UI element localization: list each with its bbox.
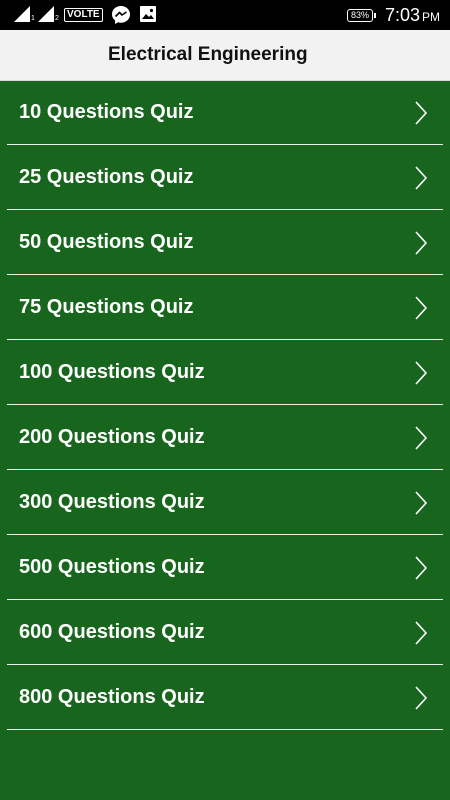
- chevron-right-icon: [415, 361, 428, 385]
- status-left: 1 2 VOLTE: [14, 5, 159, 25]
- page-title: Electrical Engineering: [108, 44, 308, 65]
- list-item[interactable]: 100 Questions Quiz: [7, 340, 443, 405]
- list-item[interactable]: 800 Questions Quiz: [7, 665, 443, 730]
- volte-badge: VOLTE: [64, 8, 103, 22]
- chevron-right-icon: [415, 296, 428, 320]
- messenger-icon: [111, 5, 131, 25]
- chevron-right-icon: [415, 686, 428, 710]
- list-item-label: 25 Questions Quiz: [19, 166, 194, 188]
- signal-icon: 2: [38, 6, 60, 24]
- list-item-label: 200 Questions Quiz: [19, 426, 205, 448]
- list-item[interactable]: 75 Questions Quiz: [7, 275, 443, 340]
- list-item-label: 100 Questions Quiz: [19, 361, 205, 383]
- chevron-right-icon: [415, 621, 428, 645]
- list-item-label: 10 Questions Quiz: [19, 101, 194, 123]
- list-item[interactable]: 600 Questions Quiz: [7, 600, 443, 665]
- list-item-label: 75 Questions Quiz: [19, 296, 194, 318]
- clock-ampm: PM: [422, 9, 440, 24]
- image-icon: [139, 5, 159, 25]
- list-item[interactable]: 200 Questions Quiz: [7, 405, 443, 470]
- list-item[interactable]: 50 Questions Quiz: [7, 210, 443, 275]
- list-item[interactable]: 25 Questions Quiz: [7, 145, 443, 210]
- list-item[interactable]: 10 Questions Quiz: [7, 80, 443, 145]
- sim2-label: 2: [55, 15, 59, 22]
- status-bar: 1 2 VOLTE 83% 7:03 PM: [0, 0, 450, 30]
- list-item[interactable]: 500 Questions Quiz: [7, 535, 443, 600]
- list-item-label: 800 Questions Quiz: [19, 686, 205, 708]
- clock: 7:03 PM: [385, 5, 440, 26]
- chevron-right-icon: [415, 491, 428, 515]
- chevron-right-icon: [415, 231, 428, 255]
- quiz-list: 10 Questions Quiz 25 Questions Quiz 50 Q…: [0, 80, 450, 730]
- list-item-label: 50 Questions Quiz: [19, 231, 194, 253]
- list-item-label: 500 Questions Quiz: [19, 556, 205, 578]
- status-right: 83% 7:03 PM: [346, 5, 440, 26]
- app-bar: Electrical Engineering: [0, 30, 450, 81]
- sim1-label: 1: [31, 15, 35, 22]
- battery-icon: 83%: [346, 8, 376, 22]
- list-item[interactable]: 300 Questions Quiz: [7, 470, 443, 535]
- chevron-right-icon: [415, 101, 428, 125]
- signal-icon: 1: [14, 6, 36, 24]
- chevron-right-icon: [415, 166, 428, 190]
- chevron-right-icon: [415, 426, 428, 450]
- list-item-label: 300 Questions Quiz: [19, 491, 205, 513]
- list-item-label: 600 Questions Quiz: [19, 621, 205, 643]
- clock-time: 7:03: [384, 4, 420, 25]
- chevron-right-icon: [415, 556, 428, 580]
